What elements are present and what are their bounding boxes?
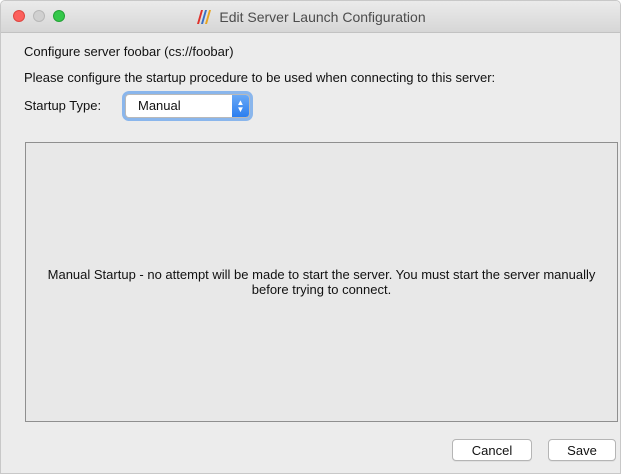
startup-type-value: Manual bbox=[138, 98, 181, 113]
startup-type-label: Startup Type: bbox=[24, 98, 102, 113]
title-bar[interactable]: Edit Server Launch Configuration bbox=[1, 1, 620, 33]
paraview-logo-icon bbox=[197, 10, 212, 24]
startup-details-panel: Manual Startup - no attempt will be made… bbox=[25, 142, 618, 422]
cancel-button[interactable]: Cancel bbox=[452, 439, 532, 461]
startup-type-select[interactable]: Manual ▲ ▼ bbox=[125, 94, 250, 118]
configure-server-label: Configure server foobar (cs://foobar) bbox=[24, 44, 234, 59]
dialog-window: Edit Server Launch Configuration Configu… bbox=[0, 0, 621, 474]
manual-startup-message: Manual Startup - no attempt will be made… bbox=[47, 267, 596, 297]
save-button[interactable]: Save bbox=[548, 439, 616, 461]
instruction-label: Please configure the startup procedure t… bbox=[24, 70, 496, 85]
select-stepper-icon: ▲ ▼ bbox=[232, 95, 249, 117]
window-title: Edit Server Launch Configuration bbox=[219, 9, 426, 25]
window-title-group: Edit Server Launch Configuration bbox=[1, 1, 620, 33]
